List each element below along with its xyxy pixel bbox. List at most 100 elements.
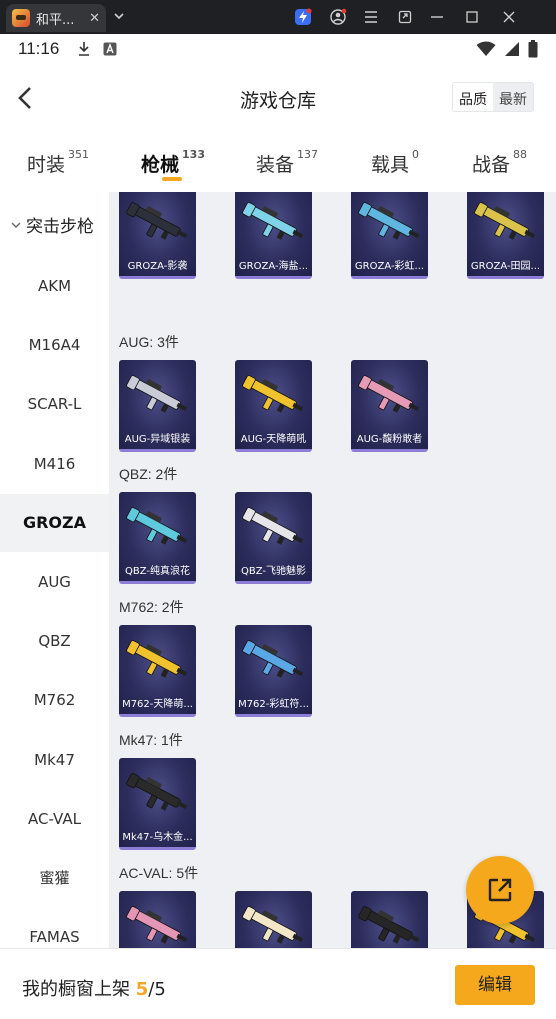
skin-name: AUG-馥粉敢者	[356, 434, 423, 445]
sidebar-item-蜜獾[interactable]: 蜜獾	[0, 849, 109, 907]
active-tab-indicator	[162, 177, 182, 181]
skin-card[interactable]: AC-VAL-闲梦...	[235, 891, 312, 948]
battery-icon	[528, 40, 538, 58]
skin-card[interactable]: GROZA-田园...	[467, 192, 544, 279]
tab-label: 时装	[27, 154, 66, 176]
a-badge-icon	[103, 42, 117, 56]
open-external-icon	[488, 878, 512, 902]
weapon-image-icon	[358, 375, 420, 413]
shelf-count: 5	[135, 979, 149, 1000]
sidebar-item-famas[interactable]: FAMAS	[0, 908, 109, 948]
weapon-image-icon	[242, 375, 304, 413]
sidebar-item-aug[interactable]: AUG	[0, 553, 109, 611]
tab-vehicles[interactable]: 载具 0	[371, 148, 420, 177]
skin-grid: GROZA-影袭 GROZA-海盐... GROZA-彩虹... GROZA-田园..…	[109, 192, 556, 948]
tab-label: 战备	[472, 154, 511, 176]
skin-name: QBZ-纯真浪花	[124, 566, 190, 577]
sidebar-item-m416[interactable]: M416	[0, 435, 109, 493]
shelf-label: 我的橱窗上架	[22, 979, 130, 1000]
signal-icon	[505, 42, 519, 56]
shelf-status: 我的橱窗上架 5/5	[22, 975, 166, 1001]
skin-card[interactable]: AC-VAL-乌木...	[351, 891, 428, 948]
sort-quality-button[interactable]: 品质	[453, 83, 493, 111]
weapon-image-icon	[242, 202, 304, 240]
bottom-bar: 我的橱窗上架 5/5 编辑	[0, 948, 556, 1019]
skin-name: M762-彩虹符...	[238, 699, 309, 710]
tab-title: 和平...	[36, 12, 75, 28]
tab-count: 88	[513, 148, 528, 161]
skin-name: AUG-天降萌吼	[240, 434, 307, 445]
page-header: 游戏仓库 品质 最新	[0, 74, 556, 124]
weapon-image-icon	[126, 773, 188, 811]
sidebar-item-mk47[interactable]: Mk47	[0, 731, 109, 789]
window-titlebar: 和平... ✕	[0, 0, 556, 34]
weapon-image-icon	[358, 906, 420, 944]
minimize-icon[interactable]	[428, 8, 446, 26]
tab-label: 载具	[371, 154, 410, 176]
weapon-image-icon	[474, 202, 536, 240]
menu-icon[interactable]	[362, 8, 380, 26]
weapon-image-icon	[126, 906, 188, 944]
skin-name: GROZA-彩虹...	[354, 261, 425, 272]
sort-latest-button[interactable]: 最新	[493, 83, 533, 111]
tab-close-icon[interactable]: ✕	[89, 11, 100, 26]
wifi-icon	[476, 41, 496, 56]
weapon-image-icon	[242, 906, 304, 944]
category-assault-rifle[interactable]: 突击步枪	[10, 212, 94, 237]
tab-count: 133	[182, 148, 205, 161]
sidebar-item-qbz[interactable]: QBZ	[0, 612, 109, 670]
tab-count: 137	[297, 148, 319, 161]
skin-card[interactable]: QBZ-飞驰魅影	[235, 492, 312, 584]
weapon-image-icon	[126, 507, 188, 545]
tab-supplies[interactable]: 战备 88	[472, 148, 528, 177]
tab-equipment[interactable]: 装备 137	[256, 148, 319, 177]
weapon-sidebar: 突击步枪 AKM M16A4 SCAR-L M416 GROZA AUG QBZ M762 Mk…	[0, 192, 109, 948]
skin-card[interactable]: GROZA-影袭	[119, 192, 196, 279]
shelf-total: /5	[148, 979, 166, 1000]
skin-name: GROZA-田园...	[470, 261, 541, 272]
skin-card[interactable]: QBZ-纯真浪花	[119, 492, 196, 584]
tab-count: 0	[412, 148, 420, 161]
tab-label: 装备	[256, 154, 295, 176]
sidebar-item-ac-val[interactable]: AC-VAL	[0, 790, 109, 848]
category-tabs: 时装 351 枪械 133 装备 137 载具 0 战备 88	[0, 142, 556, 188]
sidebar-item-m16a4[interactable]: M16A4	[0, 316, 109, 374]
skin-card[interactable]: AUG-馥粉敢者	[351, 360, 428, 452]
edit-button[interactable]: 编辑	[455, 965, 535, 1005]
skin-name: M762-天降萌...	[122, 699, 193, 710]
screenshot-icon[interactable]	[396, 8, 414, 26]
tab-firearms[interactable]: 枪械 133	[141, 148, 205, 177]
tab-fashion[interactable]: 时装 351	[27, 148, 89, 177]
sidebar-item-scar-l[interactable]: SCAR-L	[0, 375, 109, 433]
sidebar-item-m762[interactable]: M762	[0, 671, 109, 729]
skin-card[interactable]: AUG-异域银装	[119, 360, 196, 452]
weapon-image-icon	[242, 507, 304, 545]
chevron-down-icon	[11, 222, 21, 228]
group-title: AUG: 3件	[119, 334, 179, 350]
skin-name: GROZA-影袭	[127, 261, 188, 272]
status-time: 11:16	[18, 39, 60, 58]
browser-tab[interactable]: 和平... ✕	[6, 4, 106, 32]
sidebar-item-akm[interactable]: AKM	[0, 257, 109, 315]
skin-card[interactable]: AC-VAL-快闪...	[119, 891, 196, 948]
category-label: 突击步枪	[26, 217, 94, 237]
sidebar-item-groza[interactable]: GROZA	[0, 493, 109, 552]
skin-card[interactable]: Mk47-乌木金...	[119, 758, 196, 850]
lightning-icon[interactable]	[294, 8, 312, 26]
skin-name: Mk47-乌木金...	[122, 832, 193, 843]
skin-card[interactable]: GROZA-海盐...	[235, 192, 312, 279]
skin-card[interactable]: M762-天降萌...	[119, 625, 196, 717]
chevron-down-icon[interactable]	[112, 9, 126, 23]
account-icon[interactable]	[329, 8, 347, 26]
skin-card[interactable]: M762-彩虹符...	[235, 625, 312, 717]
skin-card[interactable]: GROZA-彩虹...	[351, 192, 428, 279]
maximize-icon[interactable]	[463, 8, 481, 26]
tab-label: 枪械	[141, 154, 180, 176]
skin-card[interactable]: AUG-天降萌吼	[235, 360, 312, 452]
sort-toggle: 品质 最新	[452, 82, 534, 112]
close-icon[interactable]	[500, 8, 518, 26]
status-bar: 11:16	[0, 34, 556, 64]
weapon-image-icon	[126, 640, 188, 678]
share-fab[interactable]	[466, 856, 534, 924]
download-icon	[79, 42, 90, 56]
